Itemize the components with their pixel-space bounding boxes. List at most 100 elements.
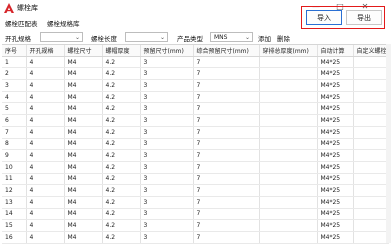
cell-bolt-size[interactable]: M4 [64,231,103,244]
cell-reserved-size[interactable]: 3 [140,231,194,244]
cell-custom-bolt[interactable] [353,138,389,151]
cell-nut-thickness[interactable]: 4.2 [102,126,141,139]
cell-bolt-size[interactable]: M4 [64,149,103,162]
bolt-length-select[interactable]: ⌄ [125,32,168,42]
cell-stack-thickness[interactable] [259,196,318,209]
cell-bolt-size[interactable]: M4 [64,91,103,104]
cell-hole-spec[interactable]: 4 [26,79,65,92]
cell-nut-thickness[interactable]: 4.2 [102,219,141,232]
cell-hole-spec[interactable]: 4 [26,196,65,209]
table-row[interactable]: 15 4 M4 4.2 3 7 M4*25 [2,219,389,232]
cell-bolt-size[interactable]: M4 [64,126,103,139]
cell-custom-bolt[interactable] [353,184,389,197]
cell-stack-thickness[interactable] [259,79,318,92]
cell-nut-thickness[interactable]: 4.2 [102,102,141,116]
col-header-index[interactable]: 序号 [2,45,27,57]
cell-total-reserved[interactable]: 7 [193,231,260,244]
tab-bolt-spec[interactable]: 螺栓规格库 [47,18,80,28]
cell-reserved-size[interactable]: 3 [140,196,194,209]
cell-total-reserved[interactable]: 7 [193,79,260,92]
cell-auto-calc[interactable]: M4*25 [317,231,354,244]
cell-reserved-size[interactable]: 3 [140,79,194,92]
cell-bolt-size[interactable]: M4 [64,114,103,127]
cell-reserved-size[interactable]: 3 [140,102,194,116]
cell-index[interactable]: 16 [2,231,27,244]
cell-reserved-size[interactable]: 3 [140,184,194,197]
cell-hole-spec[interactable]: 4 [26,161,65,174]
cell-nut-thickness[interactable]: 4.2 [102,79,141,92]
cell-auto-calc[interactable]: M4*25 [317,161,354,174]
col-header-hole-spec[interactable]: 开孔规格 [26,45,65,57]
cell-stack-thickness[interactable] [259,161,318,174]
cell-nut-thickness[interactable]: 4.2 [102,56,141,69]
cell-index[interactable]: 12 [2,184,27,197]
cell-custom-bolt[interactable] [353,79,389,92]
cell-bolt-size[interactable]: M4 [64,102,103,116]
vertical-scrollbar[interactable] [386,44,391,243]
table-row[interactable]: 2 4 M4 4.2 3 7 M4*25 [2,67,389,81]
cell-total-reserved[interactable]: 7 [193,138,260,151]
delete-button[interactable]: 删除 [277,33,290,43]
cell-auto-calc[interactable]: M4*25 [317,67,354,81]
cell-stack-thickness[interactable] [259,91,318,104]
cell-bolt-size[interactable]: M4 [64,184,103,197]
cell-total-reserved[interactable]: 7 [193,91,260,104]
cell-reserved-size[interactable]: 3 [140,67,194,81]
cell-index[interactable]: 13 [2,196,27,209]
cell-bolt-size[interactable]: M4 [64,219,103,232]
cell-hole-spec[interactable]: 4 [26,173,65,186]
cell-reserved-size[interactable]: 3 [140,56,194,69]
cell-hole-spec[interactable]: 4 [26,102,65,116]
cell-custom-bolt[interactable] [353,173,389,186]
cell-bolt-size[interactable]: M4 [64,161,103,174]
cell-total-reserved[interactable]: 7 [193,173,260,186]
col-header-auto-calc[interactable]: 自动计算 [317,45,354,57]
cell-custom-bolt[interactable] [353,102,389,116]
cell-auto-calc[interactable]: M4*25 [317,219,354,232]
cell-stack-thickness[interactable] [259,231,318,244]
cell-total-reserved[interactable]: 7 [193,67,260,81]
cell-reserved-size[interactable]: 3 [140,208,194,221]
cell-index[interactable]: 15 [2,219,27,232]
cell-custom-bolt[interactable] [353,114,389,127]
cell-bolt-size[interactable]: M4 [64,196,103,209]
cell-total-reserved[interactable]: 7 [193,196,260,209]
cell-hole-spec[interactable]: 4 [26,56,65,69]
table-row[interactable]: 13 4 M4 4.2 3 7 M4*25 [2,196,389,209]
cell-nut-thickness[interactable]: 4.2 [102,149,141,162]
cell-auto-calc[interactable]: M4*25 [317,196,354,209]
cell-custom-bolt[interactable] [353,149,389,162]
cell-reserved-size[interactable]: 3 [140,173,194,186]
cell-custom-bolt[interactable] [353,91,389,104]
cell-stack-thickness[interactable] [259,149,318,162]
cell-reserved-size[interactable]: 3 [140,114,194,127]
cell-nut-thickness[interactable]: 4.2 [102,231,141,244]
table-row[interactable]: 5 4 M4 4.2 3 7 M4*25 [2,102,389,116]
cell-hole-spec[interactable]: 4 [26,91,65,104]
tab-bolt-match[interactable]: 螺栓匹配表 [5,18,38,28]
cell-hole-spec[interactable]: 4 [26,67,65,81]
cell-index[interactable]: 9 [2,149,27,162]
cell-bolt-size[interactable]: M4 [64,56,103,69]
cell-stack-thickness[interactable] [259,67,318,81]
cell-stack-thickness[interactable] [259,184,318,197]
import-button[interactable]: 导入 [306,10,342,25]
col-header-total-reserved[interactable]: 综合预留尺寸(mm) [193,45,260,57]
cell-custom-bolt[interactable] [353,219,389,232]
cell-reserved-size[interactable]: 3 [140,149,194,162]
cell-nut-thickness[interactable]: 4.2 [102,138,141,151]
col-header-custom-bolt[interactable]: 自定义螺栓 [353,45,389,57]
table-row[interactable]: 4 4 M4 4.2 3 7 M4*25 [2,91,389,104]
cell-auto-calc[interactable]: M4*25 [317,208,354,221]
cell-custom-bolt[interactable] [353,231,389,244]
export-button[interactable]: 导出 [346,10,382,25]
cell-custom-bolt[interactable] [353,161,389,174]
cell-index[interactable]: 10 [2,161,27,174]
table-row[interactable]: 3 4 M4 4.2 3 7 M4*25 [2,79,389,92]
cell-nut-thickness[interactable]: 4.2 [102,91,141,104]
cell-reserved-size[interactable]: 3 [140,126,194,139]
cell-auto-calc[interactable]: M4*25 [317,173,354,186]
cell-auto-calc[interactable]: M4*25 [317,56,354,69]
cell-custom-bolt[interactable] [353,56,389,69]
cell-auto-calc[interactable]: M4*25 [317,184,354,197]
